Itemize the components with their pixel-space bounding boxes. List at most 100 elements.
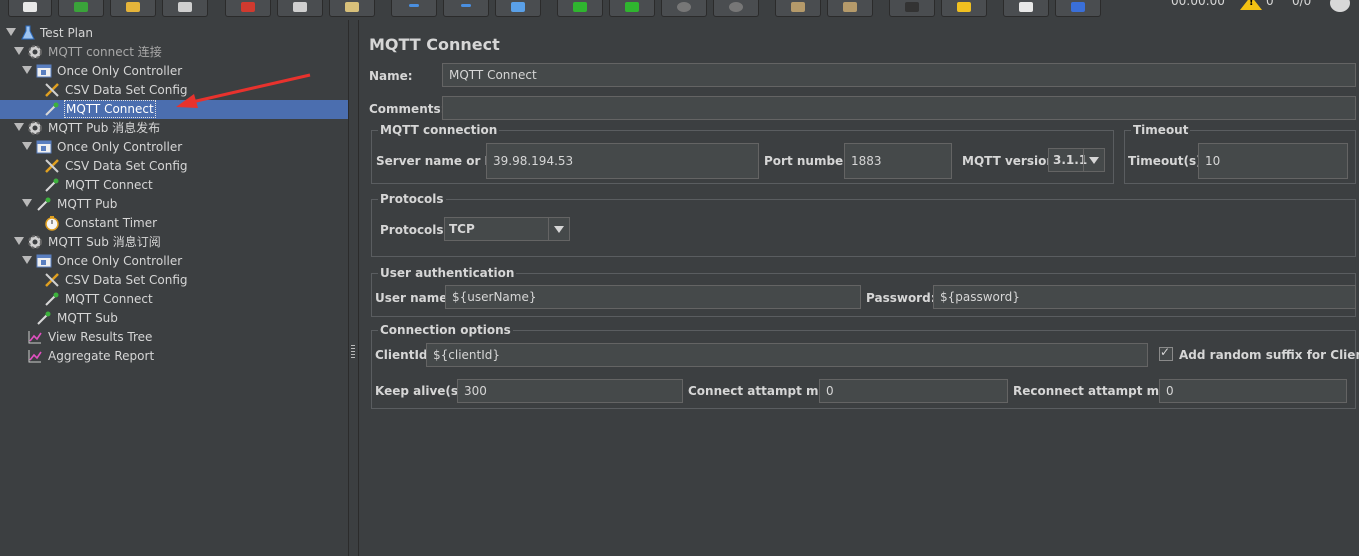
collapse-triangle-icon[interactable] xyxy=(14,47,24,55)
chevron-down-icon[interactable] xyxy=(1083,149,1104,171)
tree-item[interactable]: MQTT connect 连接 xyxy=(0,43,348,62)
collapse-triangle-icon[interactable] xyxy=(22,256,32,264)
keepalive-field[interactable]: 300 xyxy=(457,379,683,403)
collapse-triangle-icon[interactable] xyxy=(22,66,32,74)
reconnect-max-label: Reconnect attampt max: xyxy=(1013,384,1180,398)
shutdown-button[interactable] xyxy=(713,0,759,17)
pipette-icon xyxy=(45,292,59,306)
server-field[interactable]: 39.98.194.53 xyxy=(486,143,759,179)
collapse-triangle-icon[interactable] xyxy=(6,28,16,36)
tree-item-label: MQTT connect 连接 xyxy=(48,45,162,59)
graph-icon xyxy=(28,331,42,344)
stop-button[interactable] xyxy=(661,0,707,17)
help-button[interactable] xyxy=(1055,0,1101,17)
group-title: User authentication xyxy=(378,266,517,280)
tree-item-label: Test Plan xyxy=(40,26,93,40)
expand-button[interactable] xyxy=(391,0,437,17)
clear-button[interactable] xyxy=(775,0,821,17)
tree-item-label: View Results Tree xyxy=(48,330,153,344)
protocols-label: Protocols: xyxy=(380,223,449,237)
new-button[interactable] xyxy=(8,0,52,17)
name-field[interactable]: MQTT Connect xyxy=(442,63,1356,87)
pane-splitter[interactable] xyxy=(349,20,359,556)
protocols-value: TCP xyxy=(449,222,475,236)
tree-item[interactable]: Aggregate Report xyxy=(0,347,348,366)
chevron-down-icon[interactable] xyxy=(548,218,569,240)
tree-item-label: Aggregate Report xyxy=(48,349,155,363)
comments-field[interactable] xyxy=(442,96,1356,120)
paste-button[interactable] xyxy=(329,0,375,17)
tree-item[interactable]: Once Only Controller xyxy=(0,252,348,271)
mqtt-version-select[interactable]: 3.1.1 xyxy=(1048,148,1105,172)
collapse-triangle-icon[interactable] xyxy=(14,237,24,245)
binoculars-icon xyxy=(905,2,919,12)
tree-item-label: Once Only Controller xyxy=(57,64,183,78)
new-file-icon xyxy=(23,2,37,12)
start-no-pause-button[interactable] xyxy=(609,0,655,17)
collapse-triangle-icon[interactable] xyxy=(14,123,24,131)
tree-item[interactable]: View Results Tree xyxy=(0,328,348,347)
warning-icon[interactable]: ! xyxy=(1240,0,1262,10)
password-field[interactable]: ${password} xyxy=(933,285,1356,309)
tree-item[interactable]: MQTT Sub 消息订阅 xyxy=(0,233,348,252)
templates-button[interactable] xyxy=(58,0,104,17)
tree-item[interactable]: CSV Data Set Config xyxy=(0,271,348,290)
password-label: Password: xyxy=(866,291,936,305)
port-label: Port number: xyxy=(764,154,854,168)
cut-button[interactable] xyxy=(225,0,271,17)
tree-item-label: Constant Timer xyxy=(65,216,158,230)
search-button[interactable] xyxy=(889,0,935,17)
warning-count: 0 xyxy=(1266,0,1274,8)
function-helper-button[interactable] xyxy=(1003,0,1049,17)
tree-item-label: MQTT Sub 消息订阅 xyxy=(48,235,161,249)
help-icon xyxy=(1071,2,1085,12)
reset-search-button[interactable] xyxy=(941,0,987,17)
stop-icon xyxy=(677,2,691,12)
connect-max-label: Connect attampt max: xyxy=(688,384,840,398)
wand-icon xyxy=(511,2,525,12)
collapse-triangle-icon[interactable] xyxy=(22,199,32,207)
play-icon xyxy=(573,2,587,12)
tree-item[interactable]: MQTT Connect xyxy=(0,176,348,195)
group-title: Connection options xyxy=(378,323,513,337)
protocols-select[interactable]: TCP xyxy=(444,217,570,241)
toggle-button[interactable] xyxy=(495,0,541,17)
copy-button[interactable] xyxy=(277,0,323,17)
tree-item-label: MQTT Connect xyxy=(65,292,153,306)
tools-icon xyxy=(45,83,59,97)
gear-icon xyxy=(28,235,42,249)
tree-item[interactable]: Once Only Controller xyxy=(0,138,348,157)
port-field[interactable]: 1883 xyxy=(844,143,952,179)
open-button[interactable] xyxy=(110,0,156,17)
random-suffix-label: Add random suffix for ClientId xyxy=(1179,348,1359,362)
tree-item[interactable]: MQTT Sub xyxy=(0,309,348,328)
paste-icon xyxy=(345,2,359,12)
connect-max-field[interactable]: 0 xyxy=(819,379,1008,403)
start-button[interactable] xyxy=(557,0,603,17)
remote-globe-icon[interactable] xyxy=(1330,0,1350,12)
clear-all-button[interactable] xyxy=(827,0,873,17)
timeout-field[interactable]: 10 xyxy=(1198,143,1348,179)
controller-icon xyxy=(36,140,52,154)
collapse-triangle-icon[interactable] xyxy=(22,142,32,150)
pipette-icon xyxy=(45,102,59,116)
tree-item[interactable]: MQTT Connect xyxy=(0,290,348,309)
group-title: Timeout xyxy=(1131,123,1191,137)
username-field[interactable]: ${userName} xyxy=(445,285,861,309)
random-suffix-checkbox[interactable] xyxy=(1159,345,1173,361)
tree-item[interactable]: CSV Data Set Config xyxy=(0,157,348,176)
templates-icon xyxy=(74,2,88,12)
save-button[interactable] xyxy=(162,0,208,17)
tree-item[interactable]: MQTT Pub xyxy=(0,195,348,214)
reconnect-max-field[interactable]: 0 xyxy=(1159,379,1347,403)
clientid-field[interactable]: ${clientId} xyxy=(426,343,1148,367)
tree-item[interactable]: Constant Timer xyxy=(0,214,348,233)
tree-item[interactable]: Test Plan xyxy=(0,24,348,43)
elapsed-timer: 00:00:00 xyxy=(1171,0,1225,8)
tree-item-label: MQTT Pub xyxy=(57,197,118,211)
mqtt-version-label: MQTT version: xyxy=(962,154,1060,168)
gear-icon xyxy=(28,121,42,135)
tree-item[interactable]: MQTT Pub 消息发布 xyxy=(0,119,348,138)
controller-icon xyxy=(36,254,52,268)
collapse-button[interactable] xyxy=(443,0,489,17)
